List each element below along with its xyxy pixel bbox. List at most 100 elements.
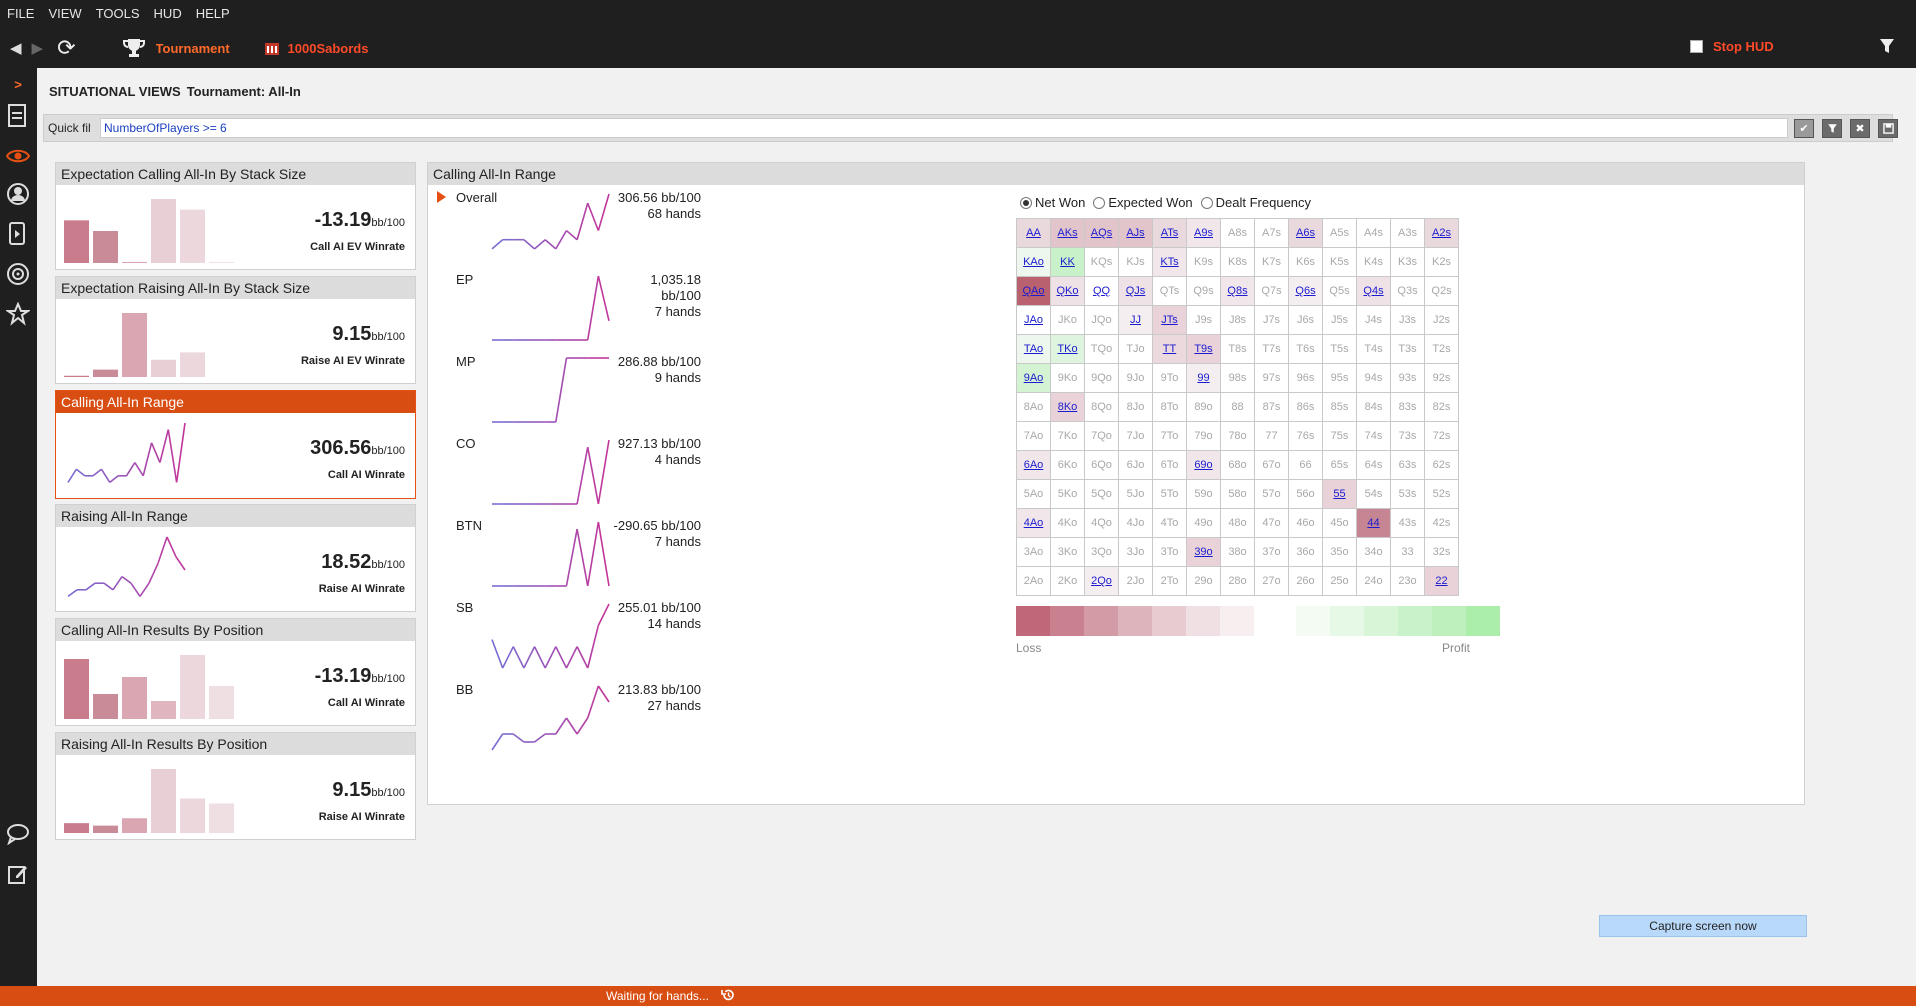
hand-cell-AA[interactable]: AA (1016, 218, 1051, 248)
radio-expected-won[interactable]: Expected Won (1093, 195, 1193, 210)
quick-filter-input[interactable] (100, 118, 1788, 138)
hand-cell-ATs[interactable]: ATs (1152, 218, 1187, 248)
hand-cell-JTs[interactable]: JTs (1152, 305, 1187, 335)
panel-calling-results-by-position[interactable]: Calling All-In Results By Position -13.1… (55, 618, 416, 726)
hand-cell-J6s: J6s (1288, 305, 1323, 335)
hand-cell-J4s: J4s (1356, 305, 1391, 335)
hand-replayer-icon[interactable] (4, 220, 32, 248)
radio-dot[interactable] (1093, 196, 1106, 209)
hand-cell-KTs[interactable]: KTs (1152, 247, 1187, 277)
apply-check-icon[interactable]: ✔ (1794, 119, 1814, 138)
hand-cell-A6s[interactable]: A6s (1288, 218, 1323, 248)
hand-cell-J9s: J9s (1186, 305, 1221, 335)
expand-arrow-icon[interactable] (437, 191, 446, 203)
menu-tools[interactable]: TOOLS (89, 0, 147, 28)
hand-cell-KK[interactable]: KK (1050, 247, 1085, 277)
radio-net-won[interactable]: Net Won (1020, 195, 1085, 210)
hand-cell-8Qo: 8Qo (1084, 392, 1119, 422)
hand-cell-Q7s: Q7s (1254, 276, 1289, 306)
hand-cell-22[interactable]: 22 (1424, 566, 1459, 596)
stop-hud-toggle[interactable]: Stop HUD (1690, 39, 1774, 54)
trophy-icon[interactable] (122, 37, 146, 59)
player-selector[interactable]: 1000Sabords (288, 41, 369, 56)
save-filter-icon[interactable] (1878, 119, 1898, 138)
panel-raising-all-in-range[interactable]: Raising All-In Range 18.52bb/100 Raise A… (55, 504, 416, 612)
history-icon[interactable] (721, 988, 735, 1002)
panel-expectation-raising-by-stack[interactable]: Expectation Raising All-In By Stack Size… (55, 276, 416, 384)
hand-cell-9Ao[interactable]: 9Ao (1016, 363, 1051, 393)
hand-cell-QAo[interactable]: QAo (1016, 276, 1051, 306)
situational-views-eye-icon[interactable] (4, 142, 32, 170)
hand-cell-6Ao[interactable]: 6Ao (1016, 450, 1051, 480)
filter-icon[interactable] (1878, 37, 1896, 55)
position-row-btn[interactable]: BTN -290.65 bb/100 7 hands (428, 518, 758, 600)
target-icon[interactable] (4, 260, 32, 288)
position-row-mp[interactable]: MP 286.88 bb/100 9 hands (428, 354, 758, 436)
hand-cell-73s: 73s (1390, 421, 1425, 451)
refresh-icon[interactable]: ⟳ (57, 35, 75, 61)
hand-cell-JJ[interactable]: JJ (1118, 305, 1153, 335)
panel-calling-all-in-range[interactable]: Calling All-In Range 306.56bb/100 Call A… (55, 390, 416, 499)
hand-cell-44[interactable]: 44 (1356, 508, 1391, 538)
hand-cell-45o: 45o (1322, 508, 1357, 538)
hand-cell-39o[interactable]: 39o (1186, 537, 1221, 567)
hand-cell-AJs[interactable]: AJs (1118, 218, 1153, 248)
hand-cell-QJs[interactable]: QJs (1118, 276, 1153, 306)
hand-cell-2Qo[interactable]: 2Qo (1084, 566, 1119, 596)
hand-cell-55[interactable]: 55 (1322, 479, 1357, 509)
position-row-ep[interactable]: EP 1,035.18 bb/100 7 hands (428, 272, 758, 354)
position-sparkline (492, 521, 610, 587)
forward-arrow-icon[interactable]: ▶ (32, 39, 44, 57)
star-icon[interactable] (4, 300, 32, 328)
position-line-segment (597, 521, 610, 587)
hand-cell-QQ[interactable]: QQ (1084, 276, 1119, 306)
hand-cell-69o[interactable]: 69o (1186, 450, 1221, 480)
hand-cell-QKo[interactable]: QKo (1050, 276, 1085, 306)
hand-cell-JAo[interactable]: JAo (1016, 305, 1051, 335)
hand-cell-J7s: J7s (1254, 305, 1289, 335)
radio-dot[interactable] (1020, 196, 1032, 209)
menu-hud[interactable]: HUD (147, 0, 189, 28)
menu-view[interactable]: VIEW (41, 0, 88, 28)
hand-cell-TT[interactable]: TT (1152, 334, 1187, 364)
hand-cell-Q6s[interactable]: Q6s (1288, 276, 1323, 306)
menu-file[interactable]: FILE (0, 0, 41, 28)
hand-cell-8Ko[interactable]: 8Ko (1050, 392, 1085, 422)
hand-cell-4Ao[interactable]: 4Ao (1016, 508, 1051, 538)
hand-cell-Q8s[interactable]: Q8s (1220, 276, 1255, 306)
chat-icon[interactable] (4, 820, 32, 848)
grid-row: 5Ao 5Ko 5Qo 5Jo 5To 59o 58o 57o 56o 55 54s 53s 52s (1016, 479, 1459, 509)
position-row-overall[interactable]: Overall 306.56 bb/100 68 hands (428, 190, 758, 272)
hand-cell-AKs[interactable]: AKs (1050, 218, 1085, 248)
position-row-bb[interactable]: BB 213.83 bb/100 27 hands (428, 682, 758, 764)
player-profile-icon[interactable] (4, 180, 32, 208)
tournament-selector[interactable]: Tournament (156, 41, 234, 56)
radio-dot[interactable] (1200, 196, 1213, 209)
hand-cell-TKo[interactable]: TKo (1050, 334, 1085, 364)
hand-cell-A2s[interactable]: A2s (1424, 218, 1459, 248)
position-row-co[interactable]: CO 927.13 bb/100 4 hands (428, 436, 758, 518)
filter-funnel-icon[interactable] (1822, 119, 1842, 138)
player-icon[interactable] (264, 40, 280, 56)
hand-cell-T9s[interactable]: T9s (1186, 334, 1221, 364)
radio-dealt-frequency[interactable]: Dealt Frequency (1200, 195, 1311, 210)
back-arrow-icon[interactable]: ◀ (10, 39, 22, 57)
hand-cell-A9s[interactable]: A9s (1186, 218, 1221, 248)
hand-cell-Q4s[interactable]: Q4s (1356, 276, 1391, 306)
menu-help[interactable]: HELP (189, 0, 237, 28)
hand-cell-KAo[interactable]: KAo (1016, 247, 1051, 277)
legend-loss-label: Loss (1016, 641, 1042, 655)
panel-line-segment (112, 576, 123, 591)
expand-chevron-icon[interactable]: > (4, 70, 32, 98)
hand-cell-TAo[interactable]: TAo (1016, 334, 1051, 364)
stop-hud-checkbox[interactable] (1690, 40, 1703, 53)
clear-filter-icon[interactable]: ✖ (1850, 119, 1870, 138)
reports-icon[interactable] (4, 102, 32, 130)
position-row-sb[interactable]: SB 255.01 bb/100 14 hands (428, 600, 758, 682)
capture-screen-button[interactable]: Capture screen now (1599, 915, 1807, 937)
panel-raising-results-by-position[interactable]: Raising All-In Results By Position 9.15b… (55, 732, 416, 840)
hand-cell-AQs[interactable]: AQs (1084, 218, 1119, 248)
hand-cell-99[interactable]: 99 (1186, 363, 1221, 393)
panel-expectation-calling-by-stack[interactable]: Expectation Calling All-In By Stack Size… (55, 162, 416, 270)
notes-edit-icon[interactable] (4, 860, 32, 888)
